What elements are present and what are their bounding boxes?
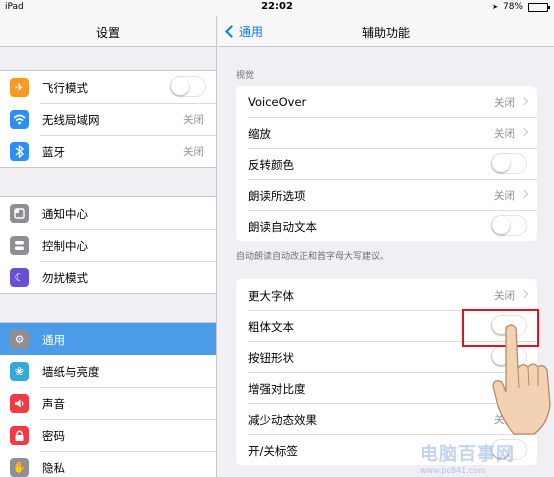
sidebar-item-passcode[interactable]: 密码 [0,419,216,451]
sidebar-item-label: 通知中心 [42,207,88,221]
hand-icon: ✋ [10,458,29,477]
hand-pointer-icon [490,322,554,441]
setting-label: 按钮形状 [248,351,294,365]
sidebar-item-label: 无线局域网 [42,113,100,127]
sidebar-item-wallpaper[interactable]: ❀ 墙纸与亮度 [0,355,216,387]
setting-label: 朗读自动文本 [248,220,317,234]
sidebar-item-label: 控制中心 [42,239,88,253]
setting-label: 粗体文本 [248,320,294,334]
setting-speak-selection[interactable]: 朗读所选项 关闭 [236,179,537,210]
setting-label: VoiceOver [248,95,307,109]
setting-invert-colors: 反转颜色 [236,148,537,179]
sidebar-item-label: 密码 [42,429,65,443]
setting-value: 关闭 [494,97,515,109]
detail-navbar: 通用 辅助功能 [218,16,554,47]
status-bar: iPad 22:02 ➤ 78% [0,0,554,16]
setting-value: 关闭 [494,290,515,302]
sidebar-navbar: 设置 [0,16,216,47]
sidebar-item-bluetooth[interactable]: 蓝牙 关闭 [0,135,216,167]
wallpaper-icon: ❀ [10,362,29,381]
sidebar-item-notification-center[interactable]: 通知中心 [0,197,216,229]
settings-group-general: ⚙ 通用 ❀ 墙纸与亮度 声音 密码 ✋ 隐私 [0,322,216,477]
wifi-icon [10,110,29,129]
battery-icon [528,2,550,12]
sidebar-item-label: 蓝牙 [42,145,65,159]
toggle-knob [492,154,510,172]
airplane-icon: ✈ [10,78,29,97]
setting-label: 增强对比度 [248,382,306,396]
page-title: 辅助功能 [361,26,410,40]
setting-zoom[interactable]: 缩放 关闭 [236,117,537,148]
sidebar-item-label: 墙纸与亮度 [42,365,100,379]
watermark-logo: 电脑百事网 www.pc841.com [420,440,515,475]
status-time: 22:02 [261,1,293,12]
sidebar-title: 设置 [95,26,120,40]
sidebar-item-privacy[interactable]: ✋ 隐私 [0,451,216,477]
sidebar-item-wifi[interactable]: 无线局域网 关闭 [0,103,216,135]
setting-label: 缩放 [248,127,271,141]
settings-sidebar: 设置 ✈ 飞行模式 无线局域网 关闭 蓝牙 关闭 通知中心 控制中心 ☾ 勿扰模… [0,16,217,477]
chevron-right-icon [519,289,529,299]
watermark-url: www.pc841.com [420,466,486,475]
chevron-right-icon [519,127,529,137]
sidebar-item-label: 声音 [42,397,65,411]
vision-settings-group: VoiceOver 关闭 缩放 关闭 反转颜色 朗读所选项 关闭 朗读自动文本 [236,86,537,241]
settings-group-connectivity: ✈ 飞行模式 无线局域网 关闭 蓝牙 关闭 [0,70,216,168]
sidebar-item-general[interactable]: ⚙ 通用 [0,323,216,355]
setting-voiceover[interactable]: VoiceOver 关闭 [236,86,537,117]
speak-auto-text-toggle[interactable] [491,215,527,236]
speaker-icon [10,394,29,413]
gear-icon: ⚙ [10,330,29,349]
chevron-right-icon [519,96,529,106]
location-icon: ➤ [492,3,498,11]
setting-larger-text[interactable]: 更大字体 关闭 [236,279,537,310]
sidebar-item-airplane-mode[interactable]: ✈ 飞行模式 [0,71,216,103]
setting-speak-auto-text: 朗读自动文本 [236,210,537,241]
toggle-knob [171,77,189,95]
watermark-text: 电脑百事网 [420,444,515,465]
sidebar-item-sounds[interactable]: 声音 [0,387,216,419]
toggle-knob [492,216,510,234]
bluetooth-icon [10,142,29,161]
sidebar-item-value: 关闭 [183,114,204,126]
control-center-icon [10,236,29,255]
sidebar-item-label: 通用 [42,333,65,347]
lock-icon [10,426,29,445]
sidebar-item-label: 勿扰模式 [42,271,88,285]
sidebar-item-do-not-disturb[interactable]: ☾ 勿扰模式 [0,261,216,293]
section-header-vision: 视觉 [236,71,255,81]
vision-footnote: 自动朗读自动改正和首字母大写建议。 [236,252,390,262]
settings-group-system: 通知中心 控制中心 ☾ 勿扰模式 [0,196,216,294]
sidebar-item-control-center[interactable]: 控制中心 [0,229,216,261]
setting-value: 关闭 [494,190,515,202]
notification-center-icon [10,204,29,223]
sidebar-item-label: 飞行模式 [42,81,88,95]
setting-label: 开/关标签 [248,444,298,458]
setting-label: 反转颜色 [248,158,294,172]
chevron-right-icon [519,189,529,199]
setting-label: 更大字体 [248,289,294,303]
moon-icon: ☾ [10,268,29,287]
status-right: ➤ 78% [492,2,550,12]
airplane-mode-toggle[interactable] [170,76,206,97]
invert-colors-toggle[interactable] [491,153,527,174]
sidebar-item-label: 隐私 [42,461,65,475]
setting-label: 减少动态效果 [248,413,317,427]
battery-percent: 78% [502,2,523,12]
sidebar-item-value: 关闭 [183,146,204,158]
setting-value: 关闭 [494,128,515,140]
setting-label: 朗读所选项 [248,189,306,203]
